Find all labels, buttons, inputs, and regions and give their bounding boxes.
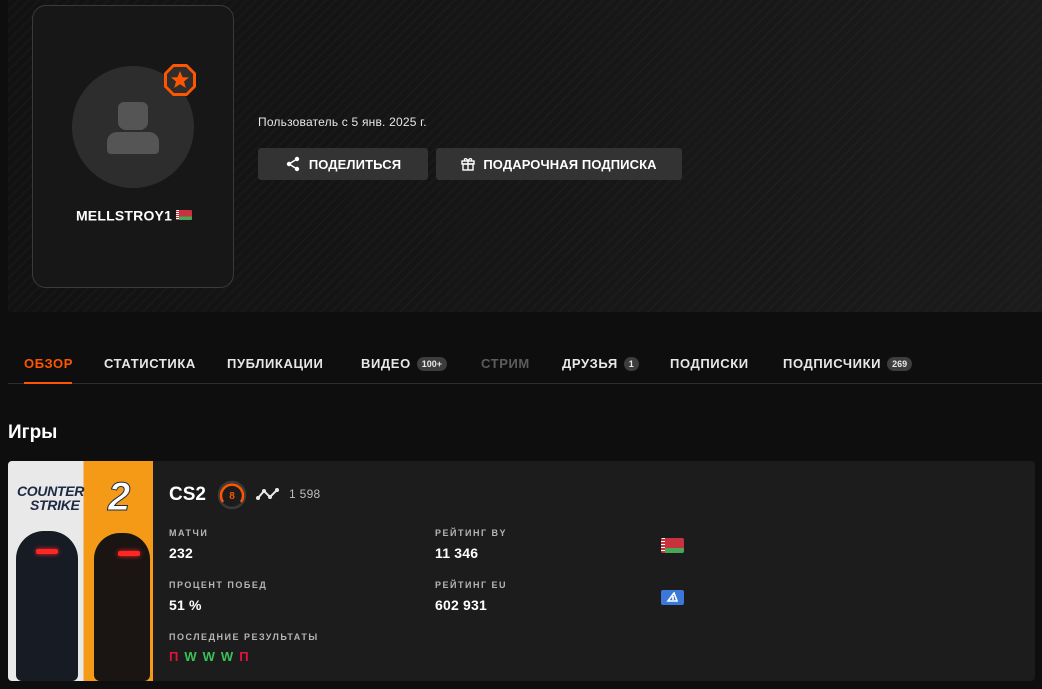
tab-posts[interactable]: ПУБЛИКАЦИИ xyxy=(227,356,323,371)
result-item: W xyxy=(184,649,199,664)
result-item: W xyxy=(202,649,217,664)
skill-level-value: 8 xyxy=(229,491,235,502)
rating-eu-label: РЕЙТИНГ EU xyxy=(435,580,508,590)
result-item: W xyxy=(220,649,236,664)
region-eu-icon xyxy=(661,590,684,605)
tab-videos-label: ВИДЕО xyxy=(361,356,411,371)
cover-goggles-left xyxy=(36,549,58,554)
username-row: MELLSTROY1 xyxy=(33,206,235,223)
games-section-title: Игры xyxy=(8,422,58,443)
result-item: П xyxy=(169,649,181,664)
tab-subscribers[interactable]: ПОДПИСЧИКИ 269 xyxy=(783,356,913,371)
result-item: П xyxy=(239,649,251,664)
skill-level-gauge-icon: 8 xyxy=(217,480,247,510)
cover-goggles-right xyxy=(118,551,140,556)
region-by-flag-icon xyxy=(661,538,684,553)
rating-eu-value: 602 931 xyxy=(435,597,488,613)
tab-stream-label: СТРИМ xyxy=(481,356,530,371)
cs2-cover-image: COUNTER STRIKE 2 xyxy=(8,461,153,681)
winrate-label: ПРОЦЕНТ ПОБЕД xyxy=(169,580,268,590)
rating-by-label: РЕЙТИНГ BY xyxy=(435,528,508,538)
gift-subscription-button[interactable]: ПОДАРОЧНАЯ ПОДПИСКА xyxy=(436,148,682,180)
tab-friends-label: ДРУЗЬЯ xyxy=(562,356,618,371)
profile-card: MELLSTROY1 xyxy=(32,5,234,288)
belarus-flag-icon xyxy=(176,210,193,221)
tab-posts-label: ПУБЛИКАЦИИ xyxy=(227,356,324,371)
subscription-badge-icon[interactable] xyxy=(163,63,197,97)
member-since-text: Пользователь с 5 янв. 2025 г. xyxy=(258,115,427,129)
tab-subscriptions[interactable]: ПОДПИСКИ xyxy=(670,356,749,371)
game-card-cs2[interactable]: COUNTER STRIKE 2 CS2 8 1 598 МАТЧИ 232 П… xyxy=(8,461,1035,681)
tab-overview-label: ОБЗОР xyxy=(24,356,74,371)
avatar-placeholder-body xyxy=(107,132,159,154)
game-name: CS2 xyxy=(169,484,206,505)
rating-by-value: 11 346 xyxy=(435,545,479,561)
tab-videos[interactable]: ВИДЕО 100+ xyxy=(361,356,448,371)
profile-tabs: ОБЗОР СТАТИСТИКА ПУБЛИКАЦИИ ВИДЕО 100+ С… xyxy=(8,312,1042,384)
matches-label: МАТЧИ xyxy=(169,528,209,538)
elo-icon xyxy=(256,488,279,500)
winrate-value: 51 % xyxy=(169,597,202,613)
videos-count-badge: 100+ xyxy=(416,356,448,371)
cover-logo-number: 2 xyxy=(107,475,131,520)
avatar-placeholder-head xyxy=(118,102,148,130)
matches-value: 232 xyxy=(169,545,193,561)
share-icon xyxy=(286,156,300,172)
elo-value: 1 598 xyxy=(289,487,321,501)
tab-subscriptions-label: ПОДПИСКИ xyxy=(670,356,749,371)
gift-icon xyxy=(461,158,476,171)
share-button-label: ПОДЕЛИТЬСЯ xyxy=(308,156,402,172)
tab-statistics-label: СТАТИСТИКА xyxy=(104,356,196,371)
share-button[interactable]: ПОДЕЛИТЬСЯ xyxy=(258,148,428,180)
tab-stream[interactable]: СТРИМ xyxy=(481,356,530,371)
gift-button-label: ПОДАРОЧНАЯ ПОДПИСКА xyxy=(483,156,657,172)
recent-results: П W W W П xyxy=(169,649,251,664)
subscribers-count-badge: 269 xyxy=(887,356,913,371)
eu-region-glyph-icon xyxy=(666,592,679,602)
active-tab-indicator xyxy=(24,382,72,384)
cover-logo-line2: STRIKE xyxy=(30,497,80,513)
recent-results-label: ПОСЛЕДНИЕ РЕЗУЛЬТАТЫ xyxy=(169,632,319,642)
friends-count-badge: 1 xyxy=(623,356,639,371)
tab-subscribers-label: ПОДПИСЧИКИ xyxy=(783,356,882,371)
username: MELLSTROY1 xyxy=(75,207,173,224)
tab-friends[interactable]: ДРУЗЬЯ 1 xyxy=(562,356,639,371)
tab-overview[interactable]: ОБЗОР xyxy=(24,356,73,371)
tab-statistics[interactable]: СТАТИСТИКА xyxy=(104,356,196,371)
